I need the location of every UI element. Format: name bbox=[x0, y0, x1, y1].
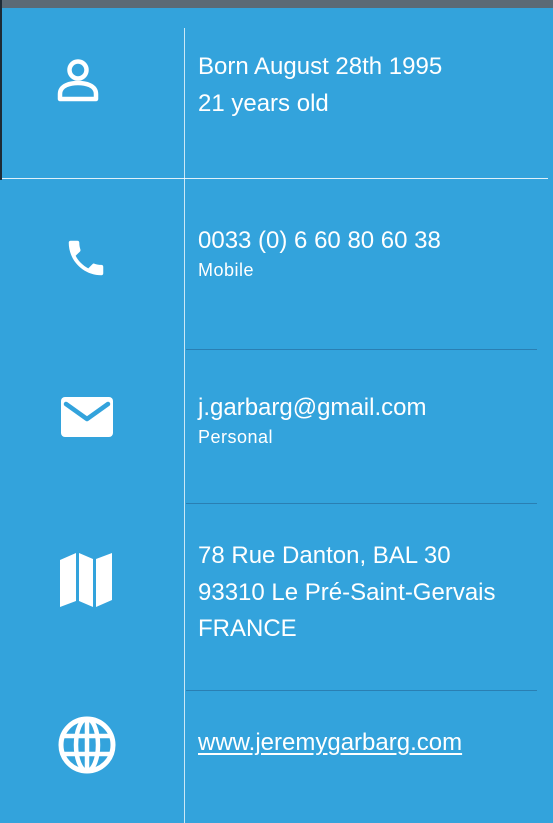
globe-icon[interactable] bbox=[56, 714, 118, 776]
row-divider bbox=[2, 178, 548, 179]
person-icon bbox=[50, 55, 106, 105]
row-divider bbox=[186, 690, 537, 691]
address-line-1: 78 Rue Danton, BAL 30 bbox=[198, 542, 451, 569]
phone-number[interactable]: 0033 (0) 6 60 80 60 38 bbox=[198, 222, 441, 259]
email-address[interactable]: j.garbarg@gmail.com bbox=[198, 389, 426, 426]
phone-type: Mobile bbox=[198, 260, 255, 280]
phone-info: 0033 (0) 6 60 80 60 38 Mobile bbox=[198, 222, 441, 281]
row-divider bbox=[186, 349, 537, 350]
map-icon[interactable] bbox=[56, 549, 116, 609]
top-edge bbox=[0, 0, 553, 8]
email-type: Personal bbox=[198, 427, 274, 447]
contact-card: Born August 28th 1995 21 years old 0033 … bbox=[0, 0, 553, 823]
address-country: FRANCE bbox=[198, 615, 297, 642]
row-divider bbox=[186, 503, 537, 504]
website-link[interactable]: www.jeremygarbarg.com bbox=[198, 729, 462, 756]
address-line-2: 93310 Le Pré-Saint-Gervais bbox=[198, 578, 496, 606]
birth-date: Born August 28th 1995 bbox=[198, 53, 443, 80]
birth-info: Born August 28th 1995 21 years old bbox=[198, 48, 442, 122]
age: 21 years old bbox=[198, 90, 329, 117]
column-divider bbox=[184, 28, 185, 823]
address-info: 78 Rue Danton, BAL 30 93310 Le Pré-Saint… bbox=[198, 538, 496, 648]
left-edge bbox=[0, 0, 2, 180]
email-info: j.garbarg@gmail.com Personal bbox=[198, 389, 426, 448]
envelope-icon[interactable] bbox=[58, 394, 116, 440]
phone-icon[interactable] bbox=[60, 232, 112, 284]
website-info: www.jeremygarbarg.com bbox=[198, 729, 462, 757]
